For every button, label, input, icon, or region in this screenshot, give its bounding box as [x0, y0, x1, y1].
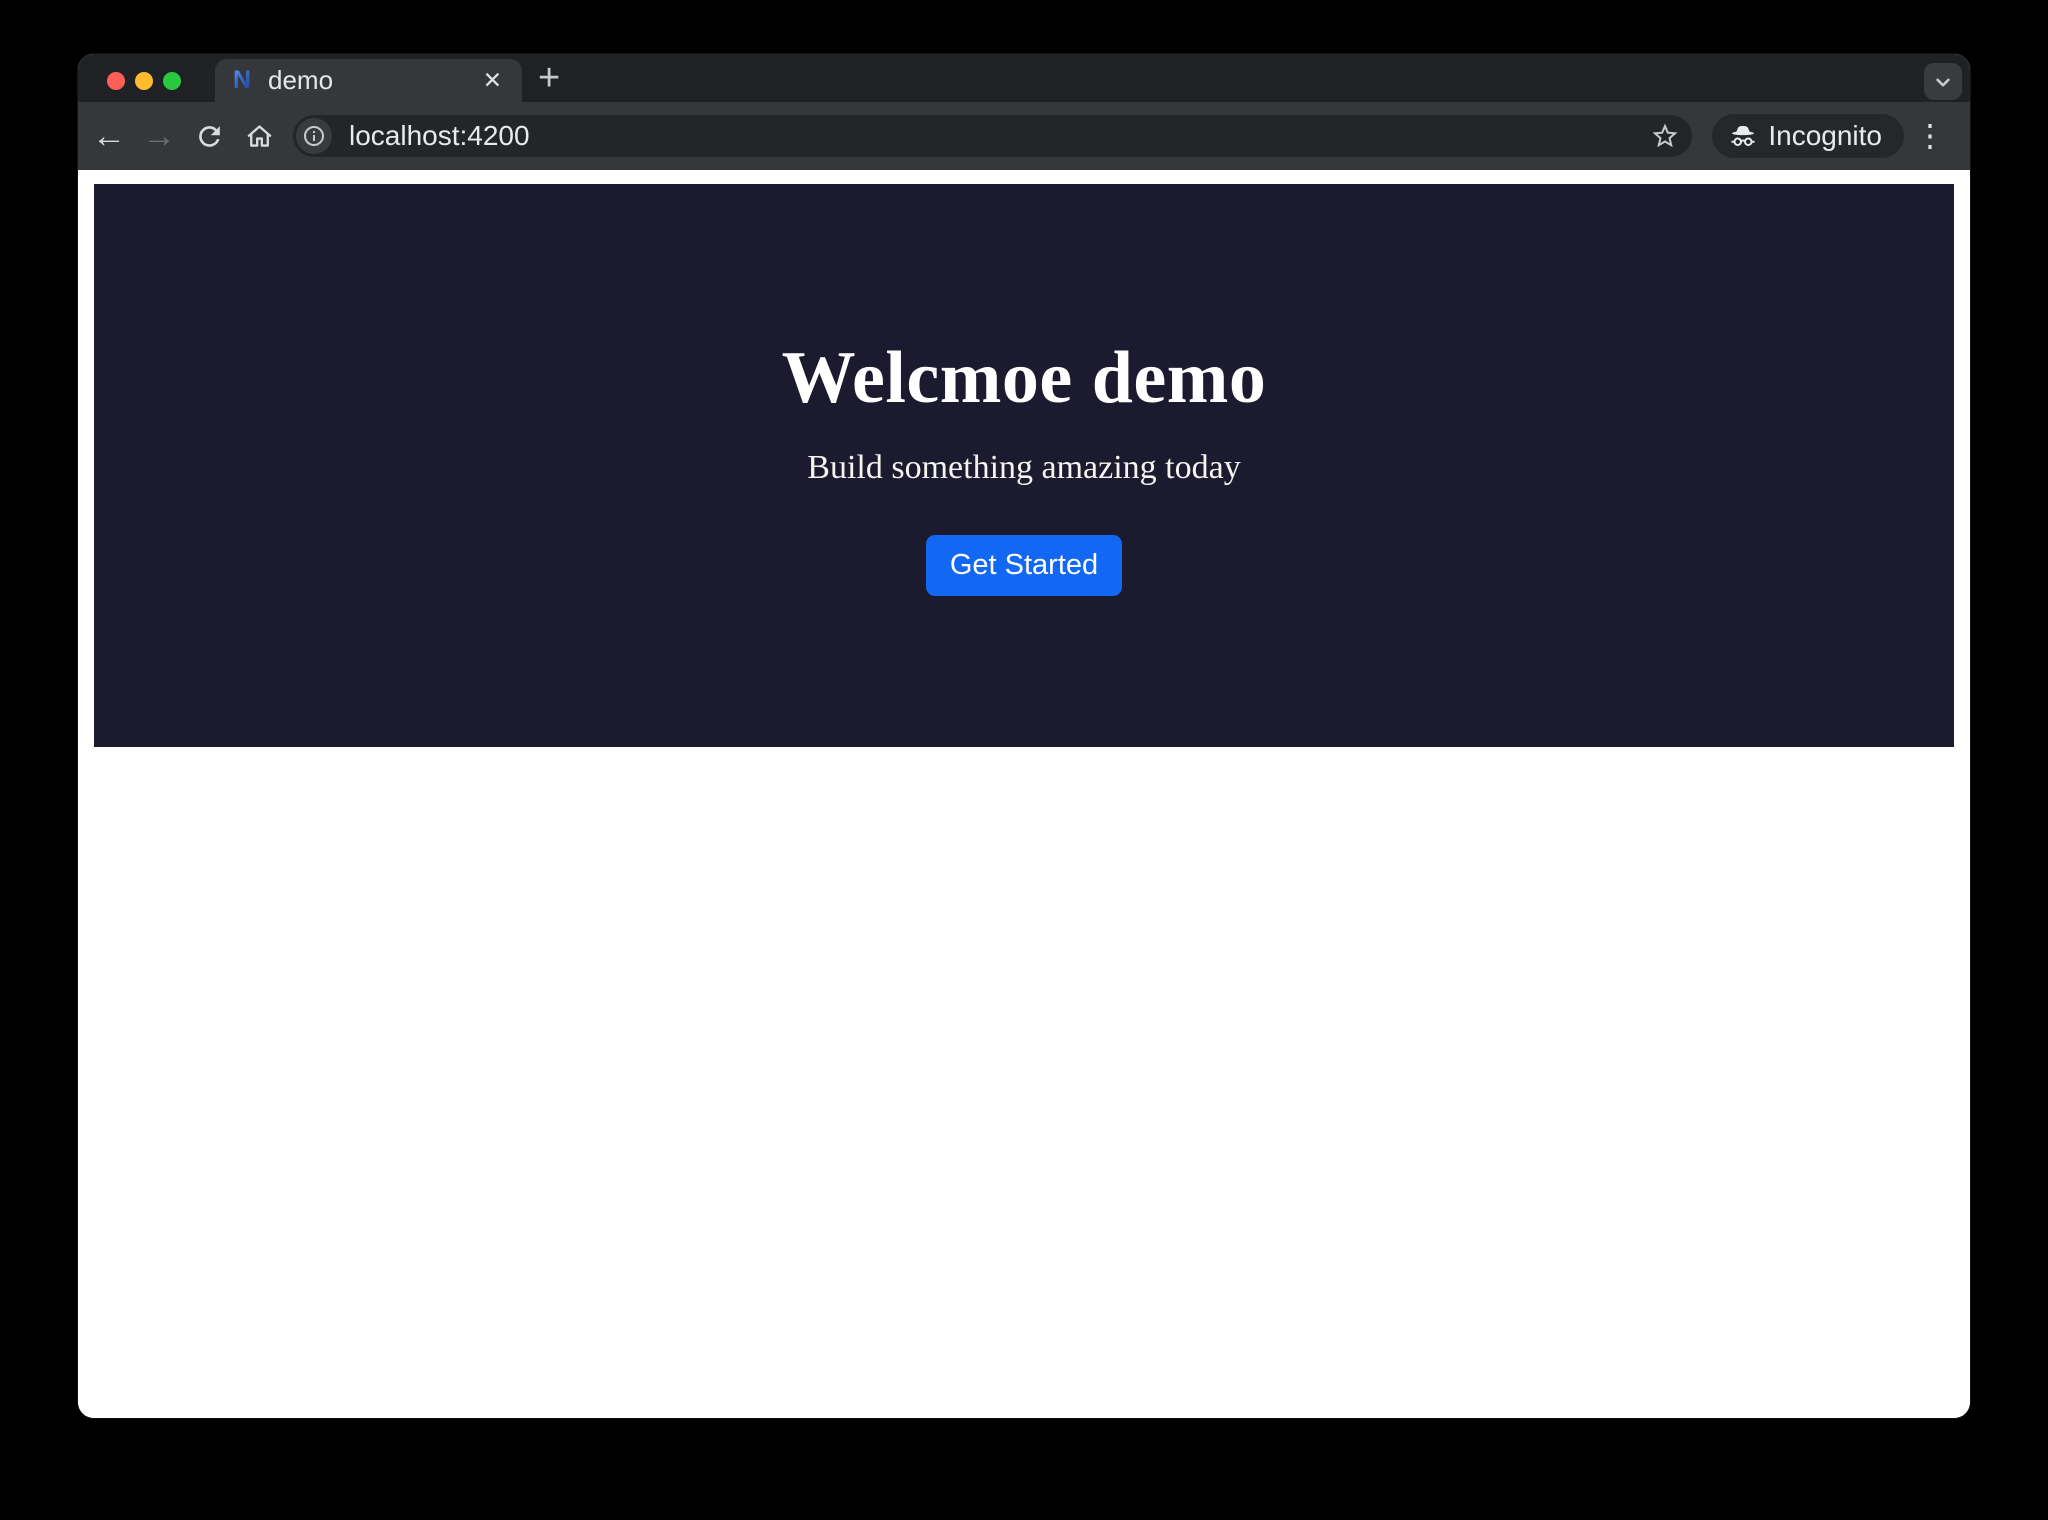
- tab-close-icon[interactable]: ✕: [481, 67, 504, 94]
- tab-title: demo: [268, 65, 481, 96]
- window-zoom-button[interactable]: [163, 72, 181, 90]
- window-close-button[interactable]: [107, 72, 125, 90]
- hero-section: Welcmoe demo Build something amazing tod…: [94, 184, 1954, 747]
- back-button[interactable]: ←: [84, 108, 134, 164]
- hero-subtitle: Build something amazing today: [807, 449, 1240, 487]
- home-button[interactable]: [234, 108, 284, 164]
- site-info-button[interactable]: [296, 118, 332, 154]
- chevron-down-icon: [1930, 69, 1956, 95]
- incognito-badge: Incognito: [1712, 114, 1904, 158]
- kebab-menu-icon: ⋮: [1915, 118, 1946, 154]
- incognito-icon: [1728, 121, 1758, 151]
- arrow-right-icon: →: [142, 117, 176, 156]
- forward-button[interactable]: →: [134, 108, 184, 164]
- browser-toolbar: ← → l: [78, 102, 1970, 170]
- url-text: localhost:4200: [349, 120, 1650, 152]
- home-icon: [244, 121, 275, 152]
- nx-logo-icon: N: [228, 67, 256, 95]
- browser-window: N demo ✕ + ← →: [78, 54, 1970, 1418]
- bookmark-button[interactable]: [1650, 121, 1680, 151]
- reload-icon: [194, 121, 225, 152]
- tab-demo[interactable]: N demo ✕: [215, 59, 522, 102]
- new-tab-button[interactable]: +: [538, 54, 560, 102]
- url-bar[interactable]: localhost:4200: [293, 115, 1692, 157]
- browser-menu-button[interactable]: ⋮: [1908, 108, 1952, 164]
- reload-button[interactable]: [184, 108, 234, 164]
- traffic-lights: [107, 72, 181, 90]
- tab-search-button[interactable]: [1924, 63, 1962, 100]
- incognito-label: Incognito: [1768, 120, 1882, 152]
- get-started-button[interactable]: Get Started: [926, 535, 1122, 596]
- info-icon: [302, 124, 326, 148]
- tab-strip: N demo ✕ +: [78, 54, 1970, 102]
- page-content: Welcmoe demo Build something amazing tod…: [78, 170, 1970, 1418]
- hero-title: Welcmoe demo: [782, 336, 1267, 421]
- window-minimize-button[interactable]: [135, 72, 153, 90]
- screen-background: N demo ✕ + ← →: [0, 0, 2048, 1520]
- arrow-left-icon: ←: [92, 117, 126, 156]
- star-icon: [1650, 121, 1680, 151]
